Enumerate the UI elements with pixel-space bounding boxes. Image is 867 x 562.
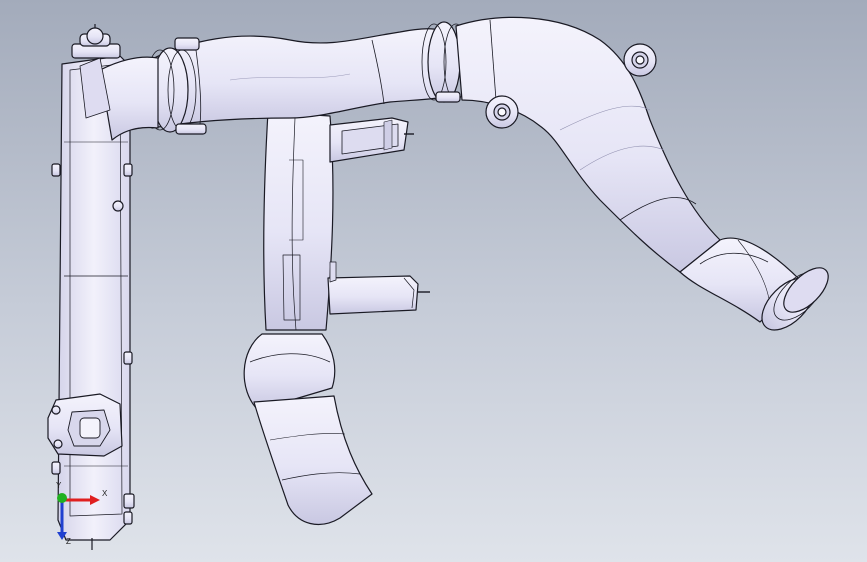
x-axis-label: X [102, 489, 108, 498]
outlet-pipe [253, 395, 373, 526]
y-axis-label: Y [56, 481, 62, 490]
x-axis-arrowhead [90, 495, 100, 505]
cad-graphics-viewport[interactable]: X Y Z [0, 0, 867, 562]
filler-cap [86, 27, 104, 45]
z-axis-label: Z [66, 537, 71, 546]
y-axis-dot [57, 493, 67, 503]
charge-air-pipe-assembly-model[interactable] [0, 0, 867, 562]
mounting-bracket-lower [327, 275, 419, 315]
vertical-drop-pipe [263, 111, 334, 331]
coordinate-triad: X Y Z [56, 481, 108, 546]
main-bend-tube [455, 16, 721, 273]
